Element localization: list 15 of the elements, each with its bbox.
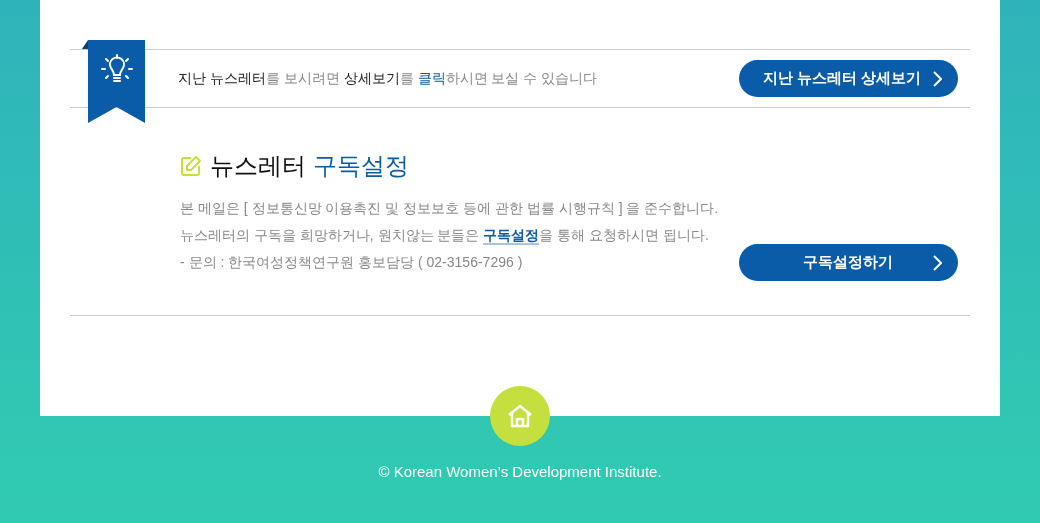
contact-text: - 문의 : 한국여성정책연구원 홍보담당 ( 02-3156-7296 ) xyxy=(180,253,523,272)
lightbulb-bookmark-icon xyxy=(82,40,145,123)
pill-button[interactable]: 지난 뉴스레터 상세보기 xyxy=(739,60,958,97)
section-title: 뉴스레터 구독설정 xyxy=(210,151,409,181)
chevron-right-icon xyxy=(933,254,942,271)
home-button[interactable] xyxy=(490,386,550,446)
home-icon xyxy=(507,404,533,428)
pill-button[interactable]: 구독설정하기 xyxy=(739,244,958,281)
request-text: 뉴스레터의 구독을 희망하거나, 원치않는 분들은 구독설정을 통해 요청하시면 됩니다. xyxy=(180,226,710,246)
copyright-text: © Korean Women’s Development Institute. xyxy=(378,462,662,482)
edit-icon xyxy=(180,155,202,177)
notice-text: 본 메일은 [ 정보통신망 이용촉진 및 정보보호 등에 관한 법률 시행규칙 ] 을 준수합니다. xyxy=(180,199,720,218)
archive-intro-text: 지난 뉴스레터 를 보시려면 상세보기 를 클릭하시면 보실 수 있습니다 xyxy=(178,69,598,88)
chevron-right-icon xyxy=(933,70,943,87)
subscription-link[interactable]: 구독설정 xyxy=(483,227,540,245)
